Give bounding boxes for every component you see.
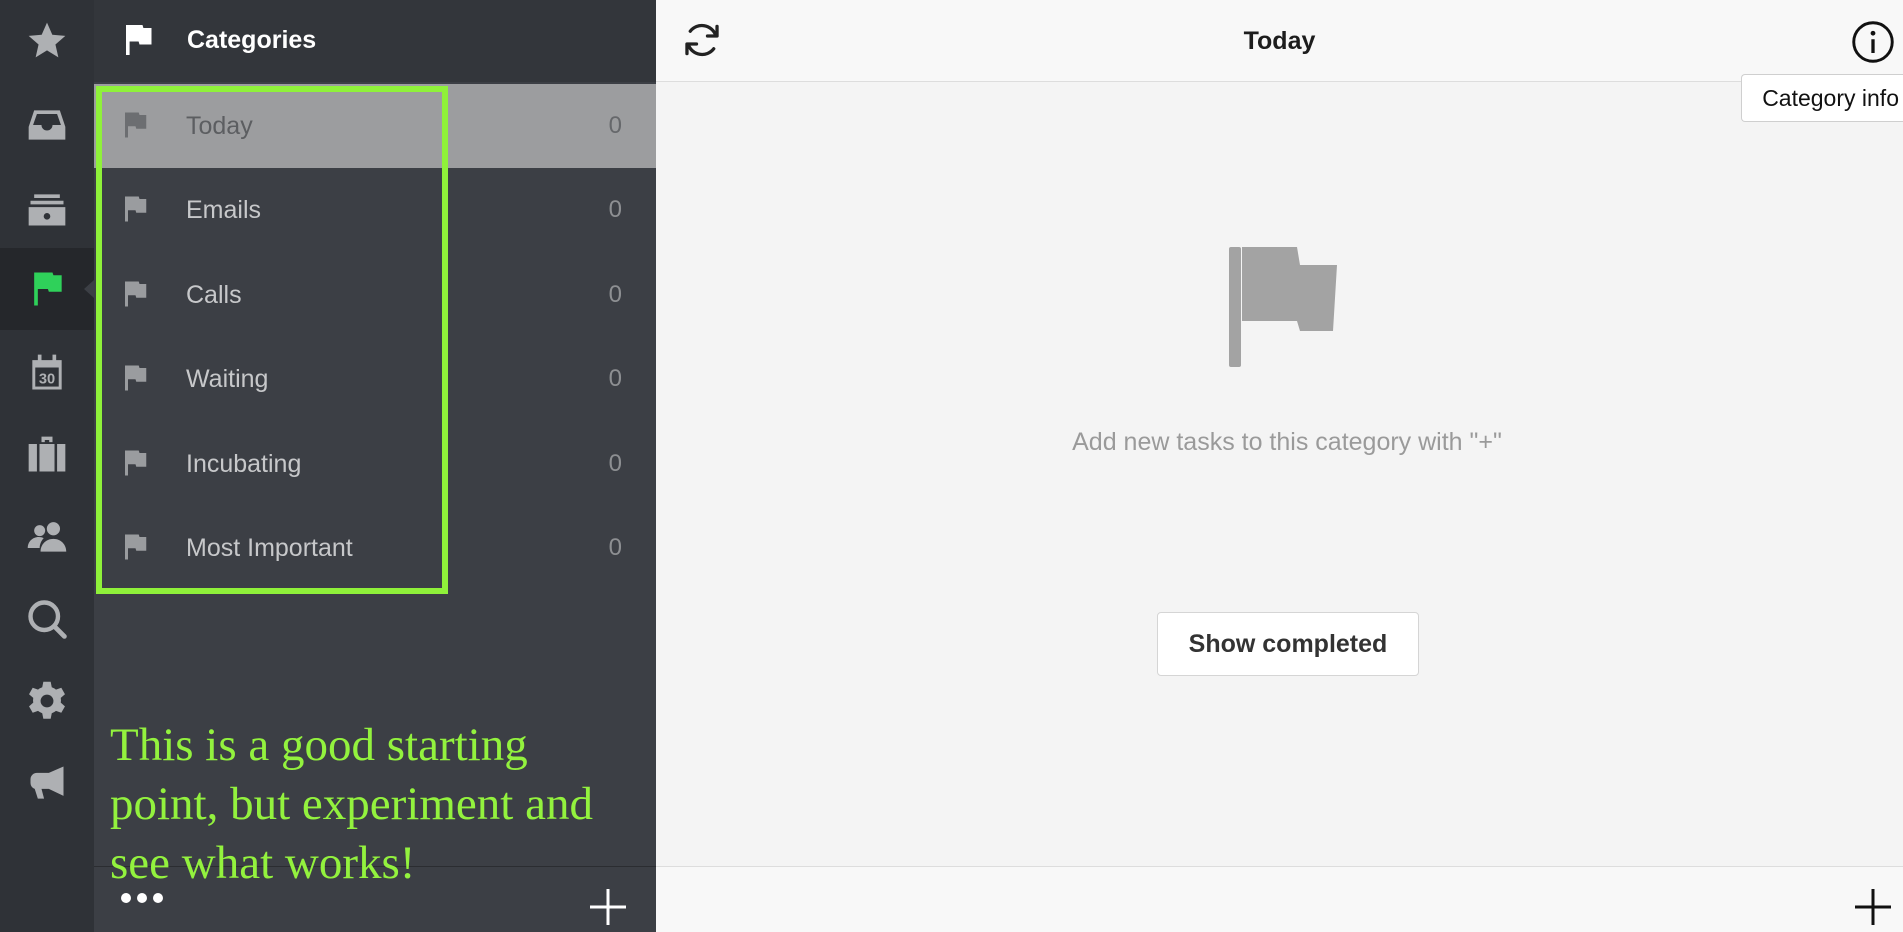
- category-name: Today: [186, 112, 253, 140]
- app-window: 30 Categories Today 0 Emails 0 Calls 0 W…: [0, 0, 1903, 932]
- flag-icon: [1229, 247, 1337, 367]
- calendar-day: 30: [39, 371, 55, 387]
- category-name: Waiting: [186, 365, 269, 394]
- category-item-most-important[interactable]: Most Important 0: [94, 506, 656, 590]
- rail-item-categories[interactable]: [0, 248, 94, 330]
- icon-rail: 30: [0, 0, 94, 932]
- category-name: Incubating: [186, 449, 302, 478]
- category-item-incubating[interactable]: Incubating 0: [94, 422, 656, 506]
- inbox-icon: [28, 110, 66, 140]
- main-panel: Today Category info Add new tasks to thi…: [656, 0, 1903, 932]
- category-count: 0: [608, 533, 622, 561]
- rail-item-contacts[interactable]: [0, 496, 94, 578]
- rail-item-search[interactable]: [0, 578, 94, 660]
- flag-icon: [125, 281, 147, 307]
- info-icon[interactable]: [1851, 20, 1895, 64]
- flag-icon: [34, 272, 62, 306]
- category-name: Calls: [186, 280, 242, 309]
- main-header: Today: [656, 0, 1903, 82]
- megaphone-icon: [30, 766, 64, 799]
- flag-icon: [125, 365, 147, 391]
- gear-icon: [29, 681, 65, 719]
- star-icon: [28, 22, 66, 58]
- show-completed-button[interactable]: Show completed: [1157, 612, 1419, 676]
- flag-icon: [125, 112, 147, 138]
- empty-state-message: Add new tasks to this category with "+": [1072, 428, 1502, 456]
- page-title: Today: [1243, 27, 1316, 55]
- category-count: 0: [608, 112, 622, 139]
- category-count: 0: [608, 280, 622, 308]
- category-item-calls[interactable]: Calls 0: [94, 253, 656, 337]
- category-item-waiting[interactable]: Waiting 0: [94, 337, 656, 421]
- flag-icon: [125, 450, 147, 476]
- rail-item-inbox[interactable]: [0, 84, 94, 166]
- rail-item-calendar[interactable]: 30: [0, 332, 94, 414]
- archive-icon: [28, 194, 66, 226]
- category-item-emails[interactable]: Emails 0: [94, 168, 656, 252]
- rail-item-announcements[interactable]: [0, 742, 94, 824]
- flag-icon: [125, 196, 147, 222]
- annotation-text: This is a good starting point, but exper…: [110, 719, 593, 889]
- category-count: 0: [608, 449, 622, 477]
- flag-icon: [125, 534, 147, 560]
- category-name: Most Important: [186, 533, 353, 562]
- people-icon: [27, 522, 67, 552]
- category-name: Emails: [186, 196, 262, 225]
- active-pointer: [84, 280, 94, 298]
- sidebar-title: Categories: [187, 26, 317, 54]
- rail-item-projects[interactable]: [0, 414, 94, 496]
- category-info-tooltip: Category info: [1741, 74, 1903, 122]
- add-task-icon[interactable]: [1853, 887, 1893, 927]
- search-icon: [28, 600, 67, 639]
- sidebar-header: Categories: [94, 0, 656, 82]
- category-count: 0: [608, 365, 622, 393]
- category-item-today[interactable]: Today 0: [94, 84, 656, 169]
- flag-icon: [126, 25, 152, 55]
- briefcase-icon: [28, 436, 66, 472]
- rail-item-settings[interactable]: [0, 660, 94, 742]
- rail-item-starred[interactable]: [0, 0, 94, 82]
- main-footer: [656, 866, 1903, 932]
- add-category-icon[interactable]: [588, 887, 628, 927]
- calendar-icon: 30: [32, 354, 62, 390]
- category-list: Today 0 Emails 0 Calls 0 Waiting 0 Incub…: [94, 84, 656, 590]
- rail-item-archive[interactable]: [0, 168, 94, 250]
- category-count: 0: [608, 196, 622, 224]
